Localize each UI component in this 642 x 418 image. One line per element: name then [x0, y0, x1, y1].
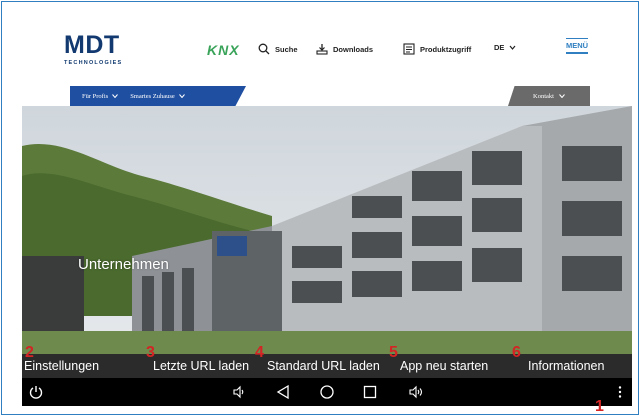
home-icon[interactable]	[319, 384, 335, 400]
search-label: Suche	[275, 44, 298, 54]
product-access-link[interactable]: Produktzugriff	[403, 43, 471, 55]
kiosk-menu: Einstellungen Letzte URL laden Standard …	[22, 354, 632, 378]
subnav-item-label: Für Profis	[82, 92, 109, 100]
annotation-2: 2	[25, 344, 34, 361]
menu-option-load-last-url[interactable]: Letzte URL laden	[153, 359, 249, 373]
chevron-down-icon	[509, 45, 516, 50]
chevron-down-icon	[112, 94, 119, 98]
menu-button[interactable]: MENÜ	[566, 38, 589, 54]
language-label: DE	[494, 43, 505, 52]
subnav-item-smart-home[interactable]: Smartes Zuhause	[130, 93, 185, 100]
subnav-item-professionals[interactable]: Für Profis	[82, 92, 119, 100]
subnav-contact-label: Kontakt	[533, 92, 554, 100]
knx-logo[interactable]: KNX	[207, 42, 240, 58]
annotation-6: 6	[512, 344, 521, 361]
download-icon	[316, 44, 328, 55]
subnav-main: Für Profis Smartes Zuhause	[70, 86, 246, 106]
annotation-3: 3	[146, 344, 155, 361]
annotation-4: 4	[255, 344, 264, 361]
hero-title: Unternehmen	[78, 256, 169, 273]
site-header: MDT TECHNOLOGIES KNX Suche Downloads Pro…	[22, 23, 632, 86]
search-link[interactable]: Suche	[258, 43, 298, 55]
chevron-down-icon	[178, 94, 185, 98]
menu-option-settings[interactable]: Einstellungen	[24, 359, 99, 373]
tablet-screen: MDT TECHNOLOGIES KNX Suche Downloads Pro…	[22, 23, 632, 406]
menu-option-load-default-url[interactable]: Standard URL laden	[267, 359, 380, 373]
chevron-down-icon	[559, 94, 565, 98]
product-access-label: Produktzugriff	[420, 44, 472, 54]
volume-up-icon[interactable]	[408, 384, 424, 400]
downloads-label: Downloads	[333, 44, 374, 54]
annotation-1: 1	[595, 398, 604, 415]
subnav-item-label: Smartes Zuhause	[130, 92, 175, 100]
language-selector[interactable]: DE	[494, 43, 516, 52]
logo-wordmark: MDT	[64, 31, 120, 59]
system-navigation-bar	[22, 378, 632, 406]
logo-subtitle: TECHNOLOGIES	[64, 60, 123, 66]
search-icon	[258, 43, 270, 55]
mdt-logo[interactable]: MDT TECHNOLOGIES	[64, 31, 123, 67]
annotation-5: 5	[389, 344, 398, 361]
menu-option-restart-app[interactable]: App neu starten	[400, 359, 488, 373]
menu-option-information[interactable]: Informationen	[528, 359, 604, 373]
hero-photo	[22, 106, 632, 354]
overflow-menu-icon[interactable]	[612, 384, 628, 400]
recents-icon[interactable]	[362, 384, 378, 400]
sub-navigation: Für Profis Smartes Zuhause Kontakt	[22, 86, 632, 106]
back-icon[interactable]	[275, 384, 291, 400]
volume-down-icon[interactable]	[230, 384, 246, 400]
downloads-link[interactable]: Downloads	[316, 43, 373, 55]
document-icon	[403, 43, 415, 55]
subnav-contact[interactable]: Kontakt	[508, 86, 590, 106]
power-icon[interactable]	[28, 384, 44, 400]
hero-banner: Unternehmen	[22, 106, 632, 354]
